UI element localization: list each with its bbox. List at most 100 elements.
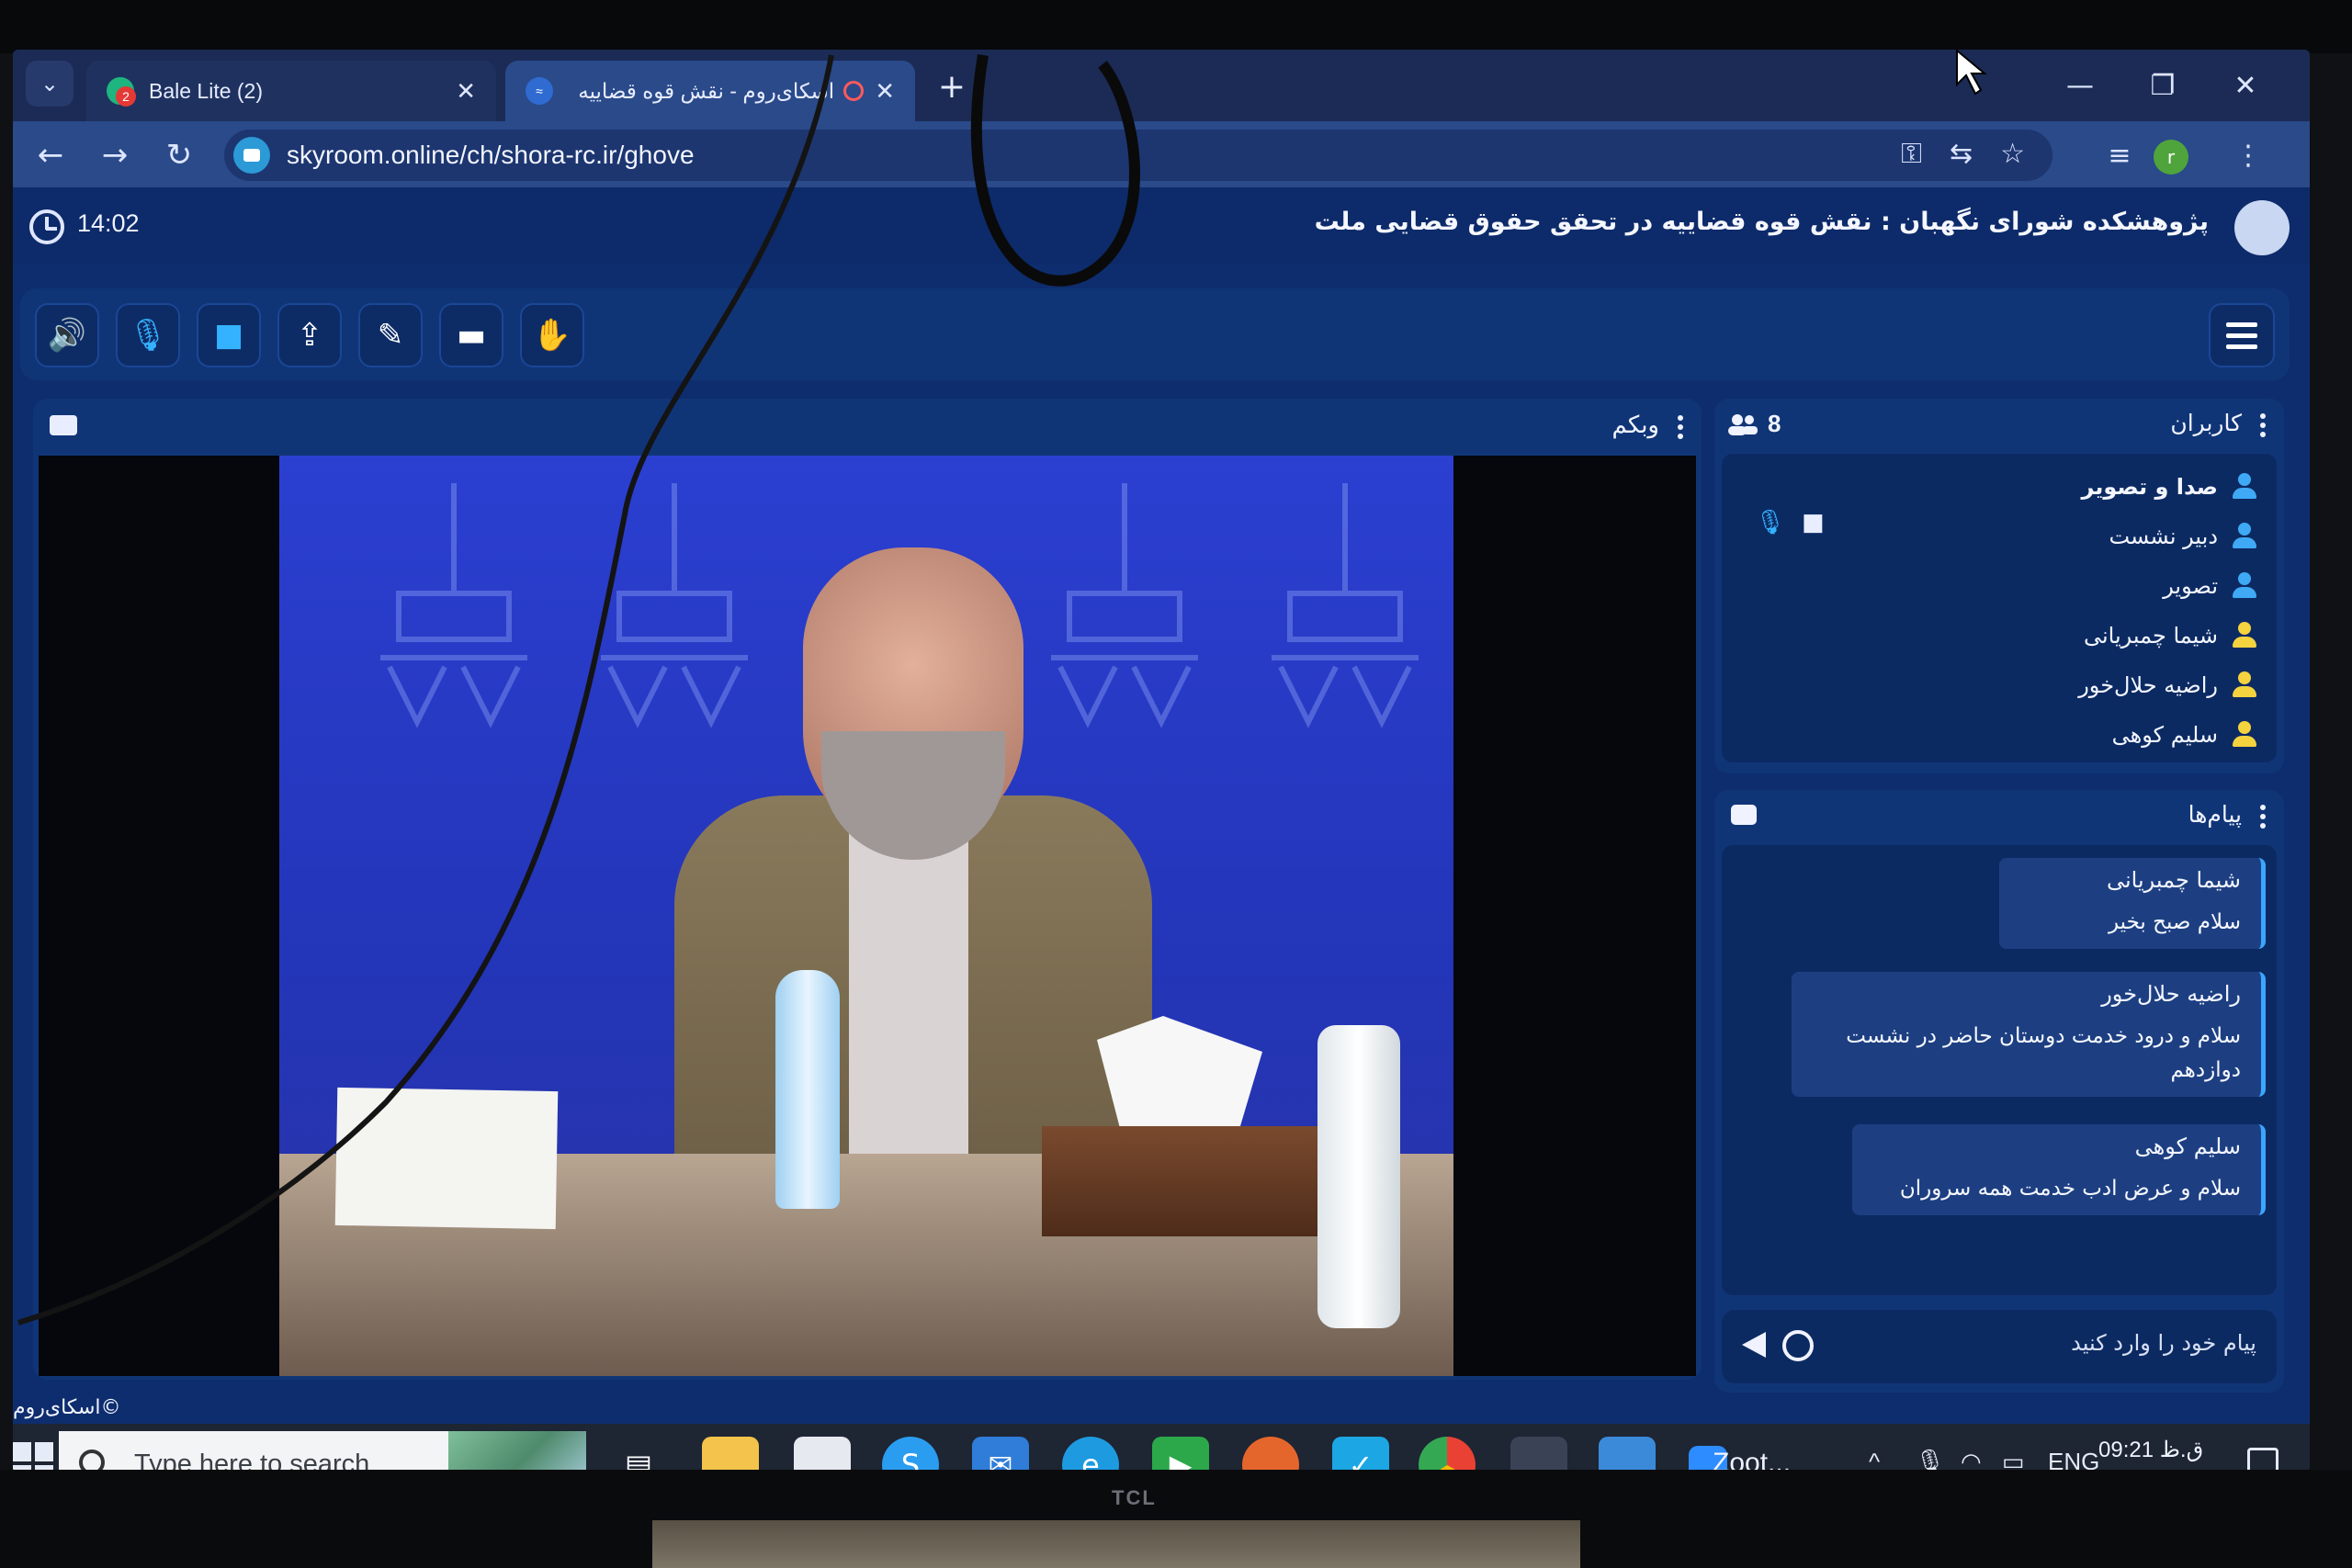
forward-button[interactable]: → xyxy=(92,132,138,178)
back-button[interactable]: ← xyxy=(28,132,74,178)
new-tab-button[interactable]: + xyxy=(932,66,972,107)
screen-share-button[interactable]: ⇪ xyxy=(277,303,342,367)
name-placard xyxy=(334,1087,559,1230)
tab-skyroom[interactable]: ≈ اسکای‌روم - نقش قوه قضاییه ✕ xyxy=(505,61,915,121)
webcam-options-icon[interactable] xyxy=(1678,415,1683,439)
monitor-screen: ⌄ 2 Bale Lite (2) ✕ ≈ اسکای‌روم - نقش قو… xyxy=(13,50,2310,1473)
user-icon xyxy=(2231,572,2258,600)
speaker-icon: 🔊 xyxy=(47,317,87,354)
reload-button[interactable]: ↻ xyxy=(156,132,202,178)
minimize-button[interactable]: — xyxy=(2052,62,2108,108)
monitor-bezel-top xyxy=(0,0,2352,53)
folder-icon: ▬ xyxy=(456,317,487,354)
meet-icon[interactable]: ▶ xyxy=(1152,1437,1209,1473)
water-bottle xyxy=(775,970,840,1209)
speaker-shirt xyxy=(849,805,968,1172)
site-camera-icon xyxy=(233,137,270,174)
message-sender: راضیه حلال‌خور xyxy=(2101,981,2241,1007)
close-tab-icon[interactable]: ✕ xyxy=(875,77,895,106)
whiteboard-button[interactable]: ✎ xyxy=(358,303,423,367)
user-icon xyxy=(2231,523,2258,550)
outlook-icon[interactable]: ✉ xyxy=(972,1437,1029,1473)
media-controls-icon[interactable]: ≡ xyxy=(2098,134,2141,176)
tab-bale-lite[interactable]: 2 Bale Lite (2) ✕ xyxy=(86,61,496,121)
firefox-icon[interactable] xyxy=(1242,1437,1299,1473)
messages-title: پیام‌ها xyxy=(2188,801,2242,828)
room-toolbar: 🔊 🎙 ■ ⇪ ✎ ▬ ✋ xyxy=(20,288,2290,380)
user-name: سلیم کوهی xyxy=(2111,722,2218,748)
windows-taskbar: Type here to search ▤ S ✉ e ▶ ✓ Zoot... … xyxy=(13,1424,2310,1473)
users-panel: 8 کاربران 🎙 ■ صدا و تصویر دبیر نشست تصوی… xyxy=(1714,399,2284,773)
browser-tab-bar: ⌄ 2 Bale Lite (2) ✕ ≈ اسکای‌روم - نقش قو… xyxy=(13,50,2310,121)
message-item: راضیه حلال‌خور سلام و درود خدمت دوستان ح… xyxy=(1792,972,2266,1097)
translate-icon[interactable]: ⇆ xyxy=(1950,138,1973,170)
edge-icon[interactable]: e xyxy=(1062,1437,1119,1473)
tray-time: 09:21 ق.ظ xyxy=(2098,1438,2204,1462)
user-row[interactable]: راضیه حلال‌خور xyxy=(2078,663,2258,707)
chrome-active-icon[interactable] xyxy=(1510,1437,1567,1473)
camera-button[interactable]: ■ xyxy=(197,303,261,367)
photos-icon[interactable] xyxy=(1599,1437,1656,1473)
webcam-video[interactable] xyxy=(39,456,1696,1376)
microsoft-store-icon[interactable] xyxy=(794,1437,851,1473)
browser-address-row: ← → ↻ skyroom.online/ch/shora-rc.ir/ghov… xyxy=(13,121,2310,187)
room-header: 14:02 پژوهشکده شورای نگهبان : نقش قوه قض… xyxy=(13,187,2310,265)
raise-hand-button[interactable]: ✋ xyxy=(520,303,584,367)
user-row[interactable]: دبیر نشست xyxy=(2109,514,2258,558)
webcam-label: وبکم xyxy=(1611,412,1659,439)
todo-icon[interactable]: ✓ xyxy=(1332,1437,1389,1473)
message-text: سلام و درود خدمت دوستان حاضر در نشست دوا… xyxy=(1846,1024,2241,1082)
close-window-button[interactable]: ✕ xyxy=(2218,62,2273,108)
send-icon[interactable] xyxy=(1742,1332,1766,1358)
message-item: شیما چمبریانی سلام صبح بخیر xyxy=(1999,858,2266,949)
room-avatar[interactable] xyxy=(2234,200,2290,255)
user-row[interactable]: صدا و تصویر xyxy=(2081,465,2258,509)
user-name: صدا و تصویر xyxy=(2081,474,2218,500)
tissue xyxy=(1097,1016,1262,1135)
camera-icon: ■ xyxy=(1802,509,1825,536)
judiciary-emblem-icon xyxy=(1051,483,1198,728)
users-options-icon[interactable] xyxy=(2260,413,2266,437)
microphone-button[interactable]: 🎙 xyxy=(116,303,180,367)
monitor-brand-logo: TCL xyxy=(1112,1486,1157,1509)
emoji-icon[interactable] xyxy=(1782,1330,1814,1361)
close-tab-icon[interactable]: ✕ xyxy=(456,77,476,106)
address-bar[interactable]: skyroom.online/ch/shora-rc.ir/ghove ⚿ ⇆ … xyxy=(224,130,2052,181)
users-count: 8 xyxy=(1768,410,1781,437)
profile-avatar[interactable]: r xyxy=(2154,140,2188,175)
message-input-placeholder: پیام خود را وارد کنید xyxy=(2071,1330,2256,1356)
room-title: پژوهشکده شورای نگهبان : نقش قوه قضاییه د… xyxy=(1314,208,2209,236)
clock-icon xyxy=(29,209,64,244)
tray-clock[interactable]: 09:21 ق.ظ ۱۴۰۴/۰۳/۰۴ xyxy=(2098,1435,2205,1473)
chevron-down-icon: ⌄ xyxy=(40,71,60,96)
main-menu-button[interactable] xyxy=(2209,303,2275,367)
windows-start-icon[interactable] xyxy=(13,1442,53,1473)
star-icon[interactable]: ☆ xyxy=(2000,138,2025,170)
chrome-icon[interactable] xyxy=(1419,1437,1476,1473)
omnibox-actions: ⚿ ⇆ ☆ xyxy=(1901,138,2025,170)
user-row[interactable]: تصویر xyxy=(2163,564,2258,608)
key-icon[interactable]: ⚿ xyxy=(1901,138,1922,170)
messages-panel: پیام‌ها شیما چمبریانی سلام صبح بخیر راضی… xyxy=(1714,790,2284,1393)
speaker-video-frame xyxy=(279,456,1453,1376)
files-button[interactable]: ▬ xyxy=(439,303,503,367)
taskbar-search-input[interactable]: Type here to search xyxy=(59,1431,586,1473)
bale-icon: 2 xyxy=(107,77,136,107)
more-options-icon[interactable]: ⋮ xyxy=(2227,134,2269,176)
speaker-button[interactable]: 🔊 xyxy=(35,303,99,367)
message-input[interactable]: پیام خود را وارد کنید xyxy=(1722,1310,2277,1383)
notification-badge: 2 xyxy=(116,86,136,107)
tab-search-button[interactable]: ⌄ xyxy=(26,61,74,107)
message-sender: شیما چمبریانی xyxy=(2106,867,2241,893)
search-highlight-image xyxy=(448,1431,586,1473)
user-icon xyxy=(2231,622,2258,649)
file-explorer-icon[interactable] xyxy=(702,1437,759,1473)
message-text: سلام و عرض ادب خدمت همه سروران xyxy=(1899,1177,2241,1201)
skype-icon[interactable]: S xyxy=(882,1437,939,1473)
task-view-icon[interactable]: ▤ xyxy=(610,1437,667,1473)
user-icon xyxy=(2231,721,2258,749)
messages-options-icon[interactable] xyxy=(2260,805,2266,829)
user-row[interactable]: شیما چمبریانی xyxy=(2084,614,2258,658)
restore-button[interactable]: ❐ xyxy=(2135,62,2190,108)
user-row[interactable]: سلیم کوهی xyxy=(2112,713,2258,757)
